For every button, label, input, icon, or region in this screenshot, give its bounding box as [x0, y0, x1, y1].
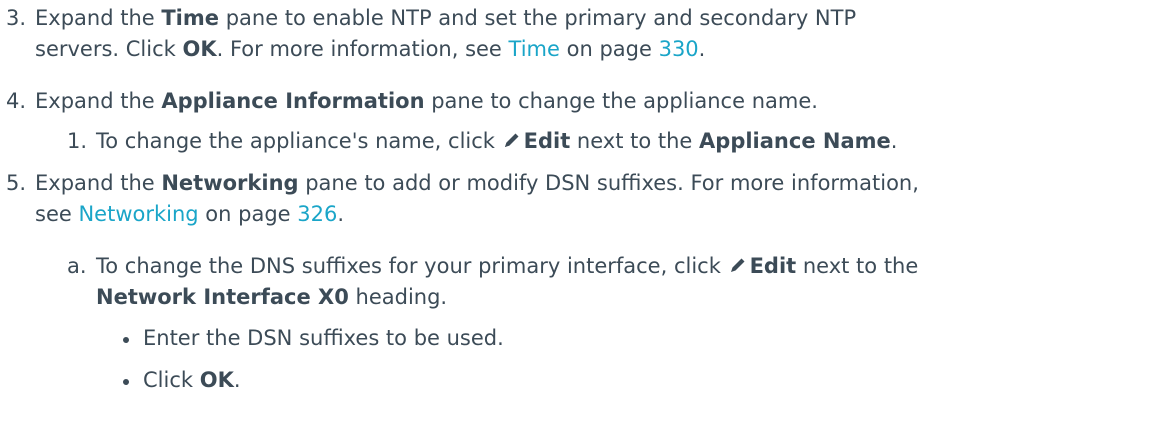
- sub-step-text-line: To change the DNS suffixes for your prim…: [96, 254, 919, 278]
- list-item-step-5: 5. Expand the Networking pane to add or …: [0, 168, 1175, 230]
- ui-term-edit: Edit: [523, 129, 571, 153]
- ui-term-edit: Edit: [749, 254, 797, 278]
- pencil-icon: [730, 258, 745, 272]
- pencil-icon: [504, 133, 519, 147]
- ui-term-appliance-name: Appliance Name: [699, 129, 891, 153]
- ui-term-ok: OK: [199, 368, 234, 392]
- bullet-item: Enter the DSN suffixes to be used.: [0, 323, 1175, 354]
- sub-step-number: 1.: [67, 129, 88, 153]
- bullet-dot: [123, 379, 129, 385]
- sub-step-text-line: Network Interface X0 heading.: [96, 285, 448, 309]
- step-text-line: servers. Click OK. For more information,…: [35, 37, 706, 61]
- step-text-line: Expand the Appliance Information pane to…: [35, 89, 818, 113]
- step-number: 3.: [6, 6, 27, 30]
- step-number: 4.: [6, 89, 27, 113]
- link-page-330[interactable]: 330: [659, 37, 699, 61]
- ui-term-ok: OK: [182, 37, 217, 61]
- bullet-text: Click OK.: [143, 368, 241, 392]
- list-item-step-4: 4. Expand the Appliance Information pane…: [0, 86, 1175, 126]
- link-networking[interactable]: Networking: [78, 202, 198, 226]
- sub-list-item-1: 1. To change the appliance's name, click…: [0, 126, 1175, 157]
- step-number: 5.: [6, 171, 27, 195]
- document-body: 3. Expand the Time pane to enable NTP an…: [0, 3, 1175, 396]
- step-text-line: see Networking on page 326.: [35, 202, 345, 226]
- link-page-326[interactable]: 326: [297, 202, 337, 226]
- sub-step-text: To change the appliance's name, click Ed…: [96, 129, 898, 153]
- link-time[interactable]: Time: [509, 37, 560, 61]
- ui-term-time: Time: [161, 6, 220, 30]
- list-item-step-3: 3. Expand the Time pane to enable NTP an…: [0, 3, 1175, 65]
- step-text-line: Expand the Networking pane to add or mod…: [35, 171, 919, 195]
- bullet-dot: [123, 337, 129, 343]
- sub-list-item-a: a. To change the DNS suffixes for your p…: [0, 251, 1175, 313]
- ui-term-networking: Networking: [161, 171, 299, 195]
- ui-term-network-interface-x0: Network Interface X0: [96, 285, 349, 309]
- sub-step-letter: a.: [67, 254, 87, 278]
- step-text-line: Expand the Time pane to enable NTP and s…: [35, 6, 857, 30]
- ui-term-appliance-information: Appliance Information: [161, 89, 425, 113]
- bullet-text: Enter the DSN suffixes to be used.: [143, 326, 504, 350]
- bullet-item: Click OK.: [0, 365, 1175, 396]
